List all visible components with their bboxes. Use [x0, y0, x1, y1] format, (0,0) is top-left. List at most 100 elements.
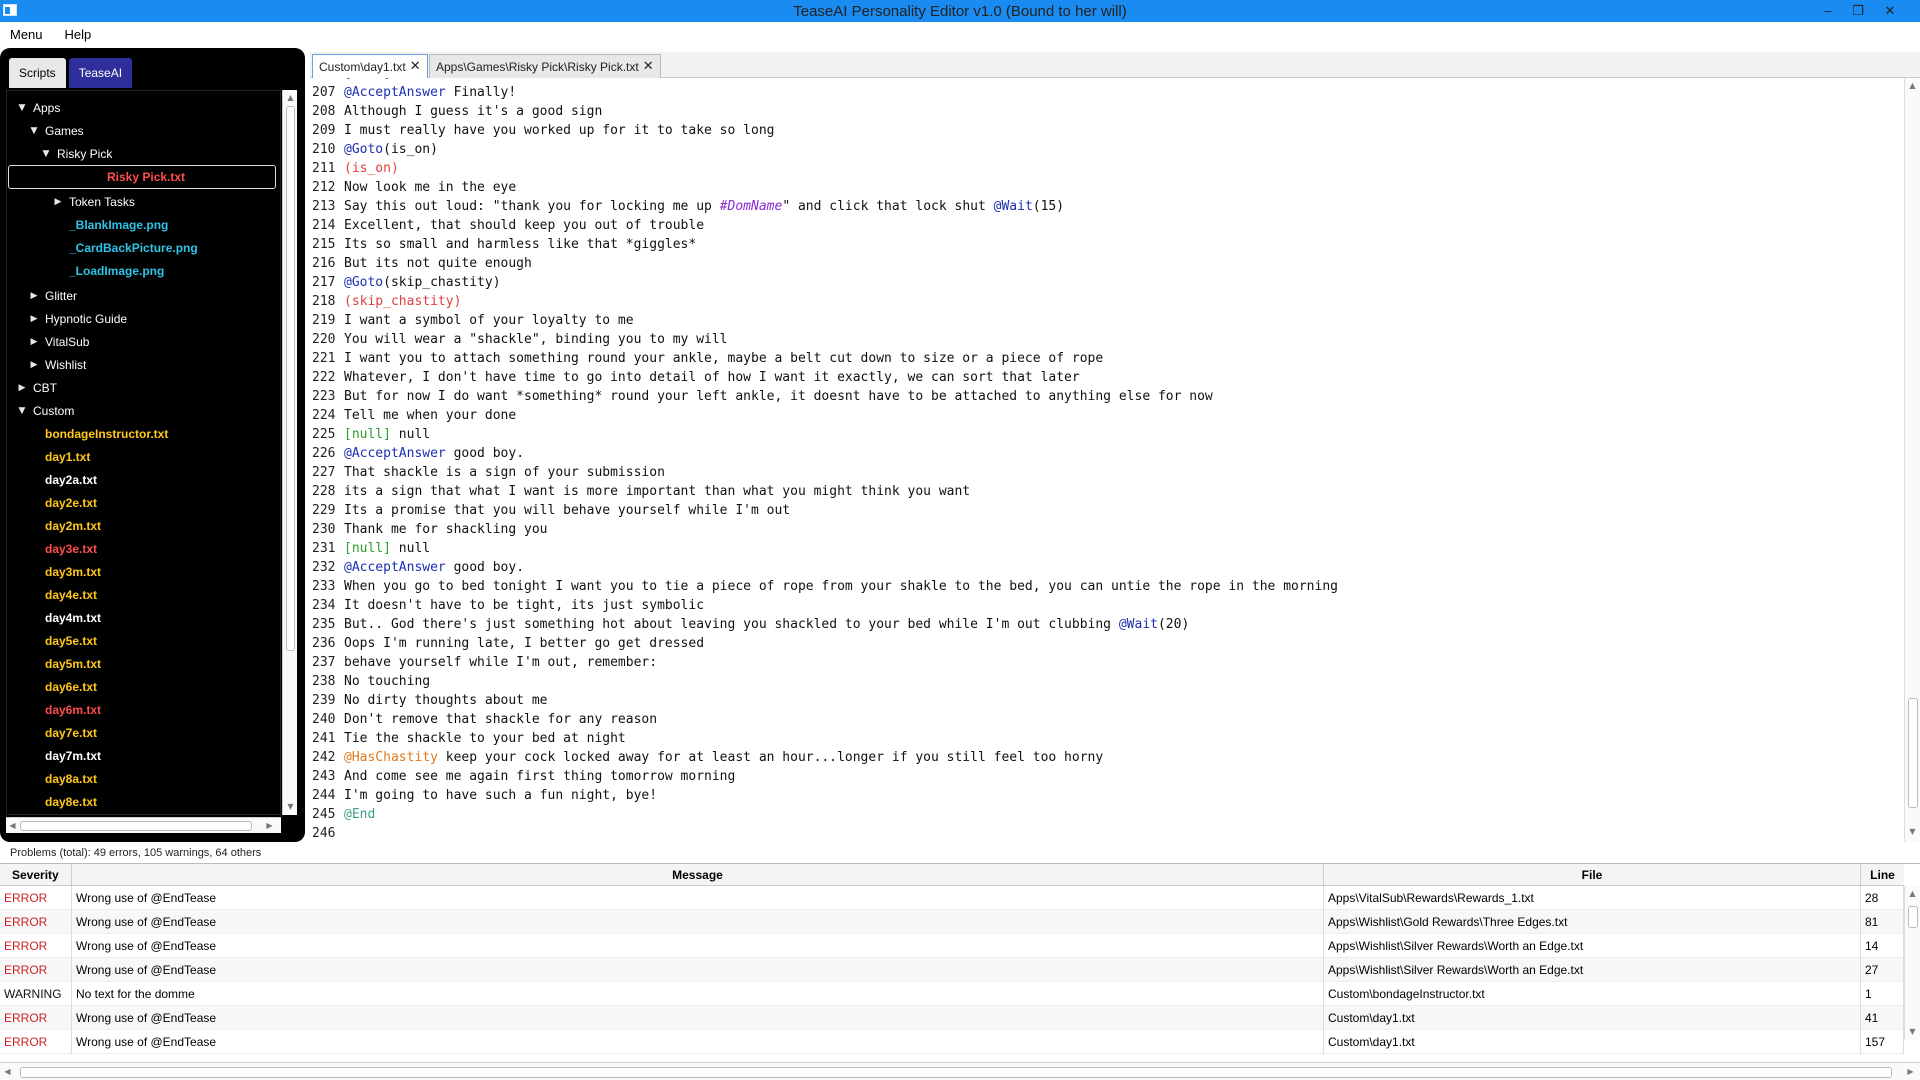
code-line[interactable]: 236 Oops I'm running late, I better go ge… — [310, 634, 1904, 653]
scroll-up-icon[interactable]: ▲ — [1907, 888, 1918, 899]
code-line[interactable]: 224 Tell me when your done — [310, 406, 1904, 425]
column-severity[interactable]: Severity — [0, 864, 72, 886]
close-icon[interactable]: ✕ — [1875, 0, 1905, 22]
code-line[interactable]: 221 I want you to attach something round … — [310, 349, 1904, 368]
tree-item[interactable]: ▼ Risky Pick — [7, 143, 280, 165]
scroll-right-icon[interactable]: ▶ — [264, 820, 275, 831]
code-line[interactable]: 235 But.. God there's just something hot … — [310, 615, 1904, 634]
code-line[interactable]: 233 When you go to bed tonight I want you… — [310, 577, 1904, 596]
code-line[interactable]: 216 But its not quite enough — [310, 254, 1904, 273]
column-message[interactable]: Message — [72, 864, 1324, 886]
tree-item[interactable]: day5e.txt — [7, 630, 280, 652]
tree-item[interactable]: day6e.txt — [7, 676, 280, 698]
tree-item[interactable]: ▶ CBT — [7, 377, 280, 399]
code-line[interactable]: 223 But for now I do want *something* rou… — [310, 387, 1904, 406]
tree-item[interactable]: day4e.txt — [7, 584, 280, 606]
tab-teaseai[interactable]: TeaseAI — [68, 58, 133, 88]
tree-item[interactable]: ▶ Wishlist — [7, 354, 280, 376]
code-line[interactable]: 245 @End — [310, 805, 1904, 824]
code-line[interactable]: 215 Its so small and harmless like that *… — [310, 235, 1904, 254]
code-line[interactable]: 222 Whatever, I don't have time to go int… — [310, 368, 1904, 387]
code-line[interactable]: 238 No touching — [310, 672, 1904, 691]
code-line[interactable]: 226 @AcceptAnswer good boy. — [310, 444, 1904, 463]
scroll-up-icon[interactable]: ▲ — [285, 92, 296, 103]
table-row[interactable]: ERROR Wrong use of @EndTease Apps\Wishlist… — [0, 958, 1904, 982]
tree-vertical-scrollbar[interactable]: ▲ ▼ — [282, 90, 297, 815]
tree-horizontal-scrollbar[interactable]: ◀ ▶ — [6, 817, 281, 833]
tree-item[interactable]: ▶ Hypnotic Guide — [7, 308, 280, 330]
expand-down-icon[interactable]: ▼ — [41, 149, 51, 159]
tree-item[interactable]: day8a.txt — [7, 768, 280, 790]
problems-vertical-scrollbar[interactable]: ▲ ▼ — [1904, 886, 1920, 1040]
tree-item[interactable]: day5m.txt — [7, 653, 280, 675]
scroll-right-icon[interactable]: ▶ — [1905, 1066, 1916, 1077]
expand-right-icon[interactable]: ▶ — [17, 383, 27, 393]
tree-item[interactable]: ▶ Glitter — [7, 285, 280, 307]
code-line[interactable]: 217 @Goto(skip_chastity) — [310, 273, 1904, 292]
code-line[interactable]: 241 Tie the shackle to your bed at night — [310, 729, 1904, 748]
scroll-up-icon[interactable]: ▲ — [1907, 80, 1918, 91]
table-row[interactable]: ERROR Wrong use of @EndTease Custom\day1.t… — [0, 1006, 1904, 1030]
tree-item[interactable]: ▶ Token Tasks — [7, 191, 280, 213]
expand-right-icon[interactable]: ▶ — [29, 337, 39, 347]
code-line[interactable]: 232 @AcceptAnswer good boy. — [310, 558, 1904, 577]
expand-right-icon[interactable]: ▶ — [29, 291, 39, 301]
table-row[interactable]: WARNING No text for the domme Custom\bonda… — [0, 982, 1904, 1006]
menu-item-menu[interactable]: Menu — [8, 24, 45, 45]
code-line[interactable]: 237 behave yourself while I'm out, rememb… — [310, 653, 1904, 672]
scrollbar-thumb[interactable] — [1908, 698, 1918, 808]
code-line[interactable]: 240 Don't remove that shackle for any rea… — [310, 710, 1904, 729]
tree-item[interactable]: _BlankImage.png — [7, 214, 280, 236]
table-row[interactable]: ERROR Wrong use of @EndTease Apps\Wishlist… — [0, 910, 1904, 934]
code-line[interactable]: 207 @AcceptAnswer Finally! — [310, 83, 1904, 102]
code-line[interactable]: 213 Say this out loud: "thank you for loc… — [310, 197, 1904, 216]
code-line[interactable]: 239 No dirty thoughts about me — [310, 691, 1904, 710]
tree-item[interactable]: day3e.txt — [7, 538, 280, 560]
tab-risky-pick[interactable]: Apps\Games\Risky Pick\Risky Pick.txt ✕ — [429, 54, 661, 78]
restore-icon[interactable]: ❐ — [1843, 0, 1873, 22]
code-line[interactable]: 244 I'm going to have such a fun night, b… — [310, 786, 1904, 805]
problems-horizontal-scrollbar[interactable]: ◀ ▶ — [0, 1062, 1920, 1080]
code-line[interactable]: 227 That shackle is a sign of your submis… — [310, 463, 1904, 482]
tree-item[interactable]: ▶ VitalSub — [7, 331, 280, 353]
code-line[interactable]: 214 Excellent, that should keep you out o… — [310, 216, 1904, 235]
table-row[interactable]: ERROR Wrong use of @EndTease Custom\day1.t… — [0, 1030, 1904, 1054]
tree-item[interactable]: day1.txt — [7, 446, 280, 468]
column-line[interactable]: Line — [1861, 864, 1904, 886]
code-line[interactable]: 208 Although I guess it's a good sign — [310, 102, 1904, 121]
code-line[interactable]: 218 (skip_chastity) — [310, 292, 1904, 311]
scroll-down-icon[interactable]: ▼ — [1907, 826, 1918, 837]
tree-item[interactable]: _CardBackPicture.png — [7, 237, 280, 259]
expand-right-icon[interactable]: ▶ — [29, 360, 39, 370]
tree-item[interactable]: day2a.txt — [7, 469, 280, 491]
menu-item-help[interactable]: Help — [63, 24, 94, 45]
scrollbar-thumb[interactable] — [1908, 906, 1918, 928]
expand-down-icon[interactable]: ▼ — [29, 126, 39, 136]
tree-item[interactable]: day2e.txt — [7, 492, 280, 514]
code-line[interactable]: 219 I want a symbol of your loyalty to me — [310, 311, 1904, 330]
minimize-icon[interactable]: ‒ — [1813, 0, 1843, 22]
tree-item[interactable]: day3m.txt — [7, 561, 280, 583]
close-tab-icon[interactable]: ✕ — [410, 59, 421, 74]
tab-day1[interactable]: Custom\day1.txt ✕ — [312, 54, 428, 78]
tree-item[interactable]: day7e.txt — [7, 722, 280, 744]
scrollbar-thumb[interactable] — [20, 1067, 1892, 1078]
scroll-left-icon[interactable]: ◀ — [2, 1066, 13, 1077]
code-line[interactable]: 212 Now look me in the eye — [310, 178, 1904, 197]
code-editor[interactable]: 206[null] null207@AcceptAnswer Finally!2… — [310, 78, 1904, 842]
tree-item[interactable]: bondageInstructor.txt — [7, 423, 280, 445]
code-line[interactable]: 210 @Goto(is_on) — [310, 140, 1904, 159]
scroll-down-icon[interactable]: ▼ — [1907, 1026, 1918, 1037]
table-row[interactable]: ERROR Wrong use of @EndTease Apps\VitalSub… — [0, 886, 1904, 910]
tree-item[interactable]: day4m.txt — [7, 607, 280, 629]
tree-item[interactable]: ▼ Games — [7, 120, 280, 142]
code-line[interactable]: 234 It doesn't have to be tight, its just… — [310, 596, 1904, 615]
tree-item[interactable]: ▼ Apps — [7, 97, 280, 119]
scroll-down-icon[interactable]: ▼ — [285, 801, 296, 812]
code-line[interactable]: 220 You will wear a "shackle", binding yo… — [310, 330, 1904, 349]
code-line[interactable]: 246 — [310, 824, 1904, 842]
tree-item[interactable]: day2m.txt — [7, 515, 280, 537]
tab-scripts[interactable]: Scripts — [9, 58, 66, 88]
tree-item[interactable]: day8e.txt — [7, 791, 280, 813]
code-line[interactable]: 209 I must really have you worked up for … — [310, 121, 1904, 140]
